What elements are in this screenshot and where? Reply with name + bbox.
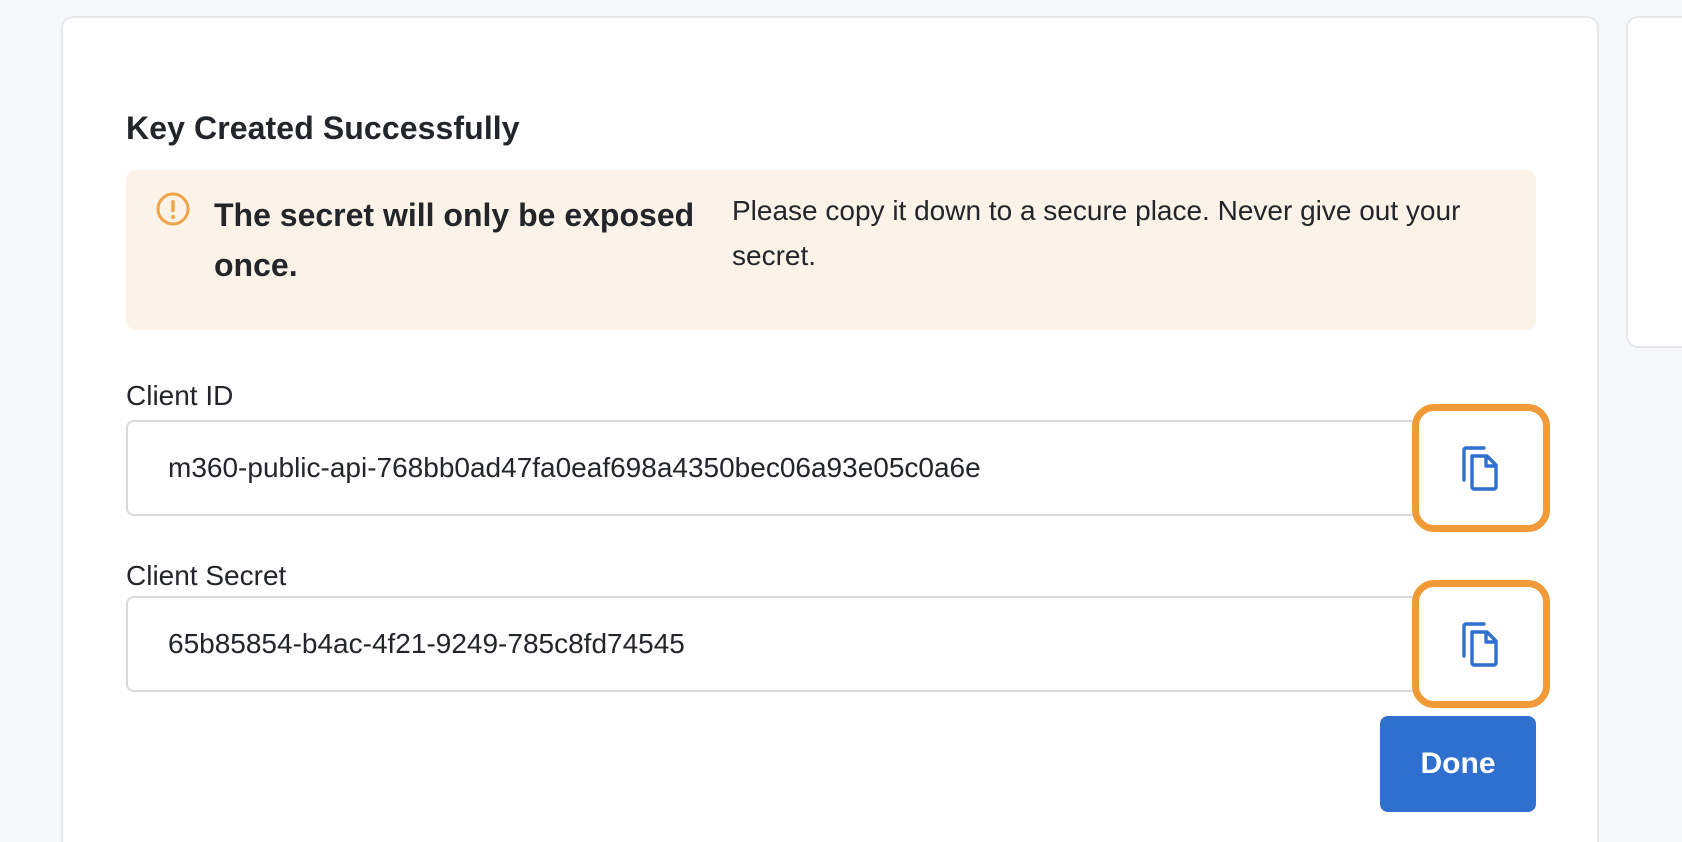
alert-message: Please copy it down to a secure place. N… bbox=[732, 195, 1461, 271]
client-id-value[interactable]: m360-public-api-768bb0ad47fa0eaf698a4350… bbox=[168, 422, 981, 514]
copy-client-secret-button[interactable] bbox=[1412, 580, 1550, 708]
copy-icon bbox=[1462, 622, 1498, 667]
done-button[interactable]: Done bbox=[1380, 716, 1536, 812]
alert-heading: The secret will only be exposed once. bbox=[214, 197, 695, 283]
exclamation-circle-icon bbox=[156, 192, 190, 226]
client-secret-value[interactable]: 65b85854-b4ac-4f21-9249-785c8fd74545 bbox=[168, 598, 685, 690]
page: Key Created Successfully The secret will… bbox=[0, 0, 1682, 842]
copy-icon bbox=[1462, 446, 1498, 491]
side-panel bbox=[1626, 16, 1682, 348]
client-id-field[interactable]: m360-public-api-768bb0ad47fa0eaf698a4350… bbox=[126, 420, 1536, 516]
copy-client-id-button[interactable] bbox=[1412, 404, 1550, 532]
client-secret-label: Client Secret bbox=[126, 560, 287, 591]
client-id-label: Client ID bbox=[126, 380, 234, 411]
client-secret-field[interactable]: 65b85854-b4ac-4f21-9249-785c8fd74545 bbox=[126, 596, 1536, 692]
dialog-title: Key Created Successfully bbox=[126, 110, 520, 146]
